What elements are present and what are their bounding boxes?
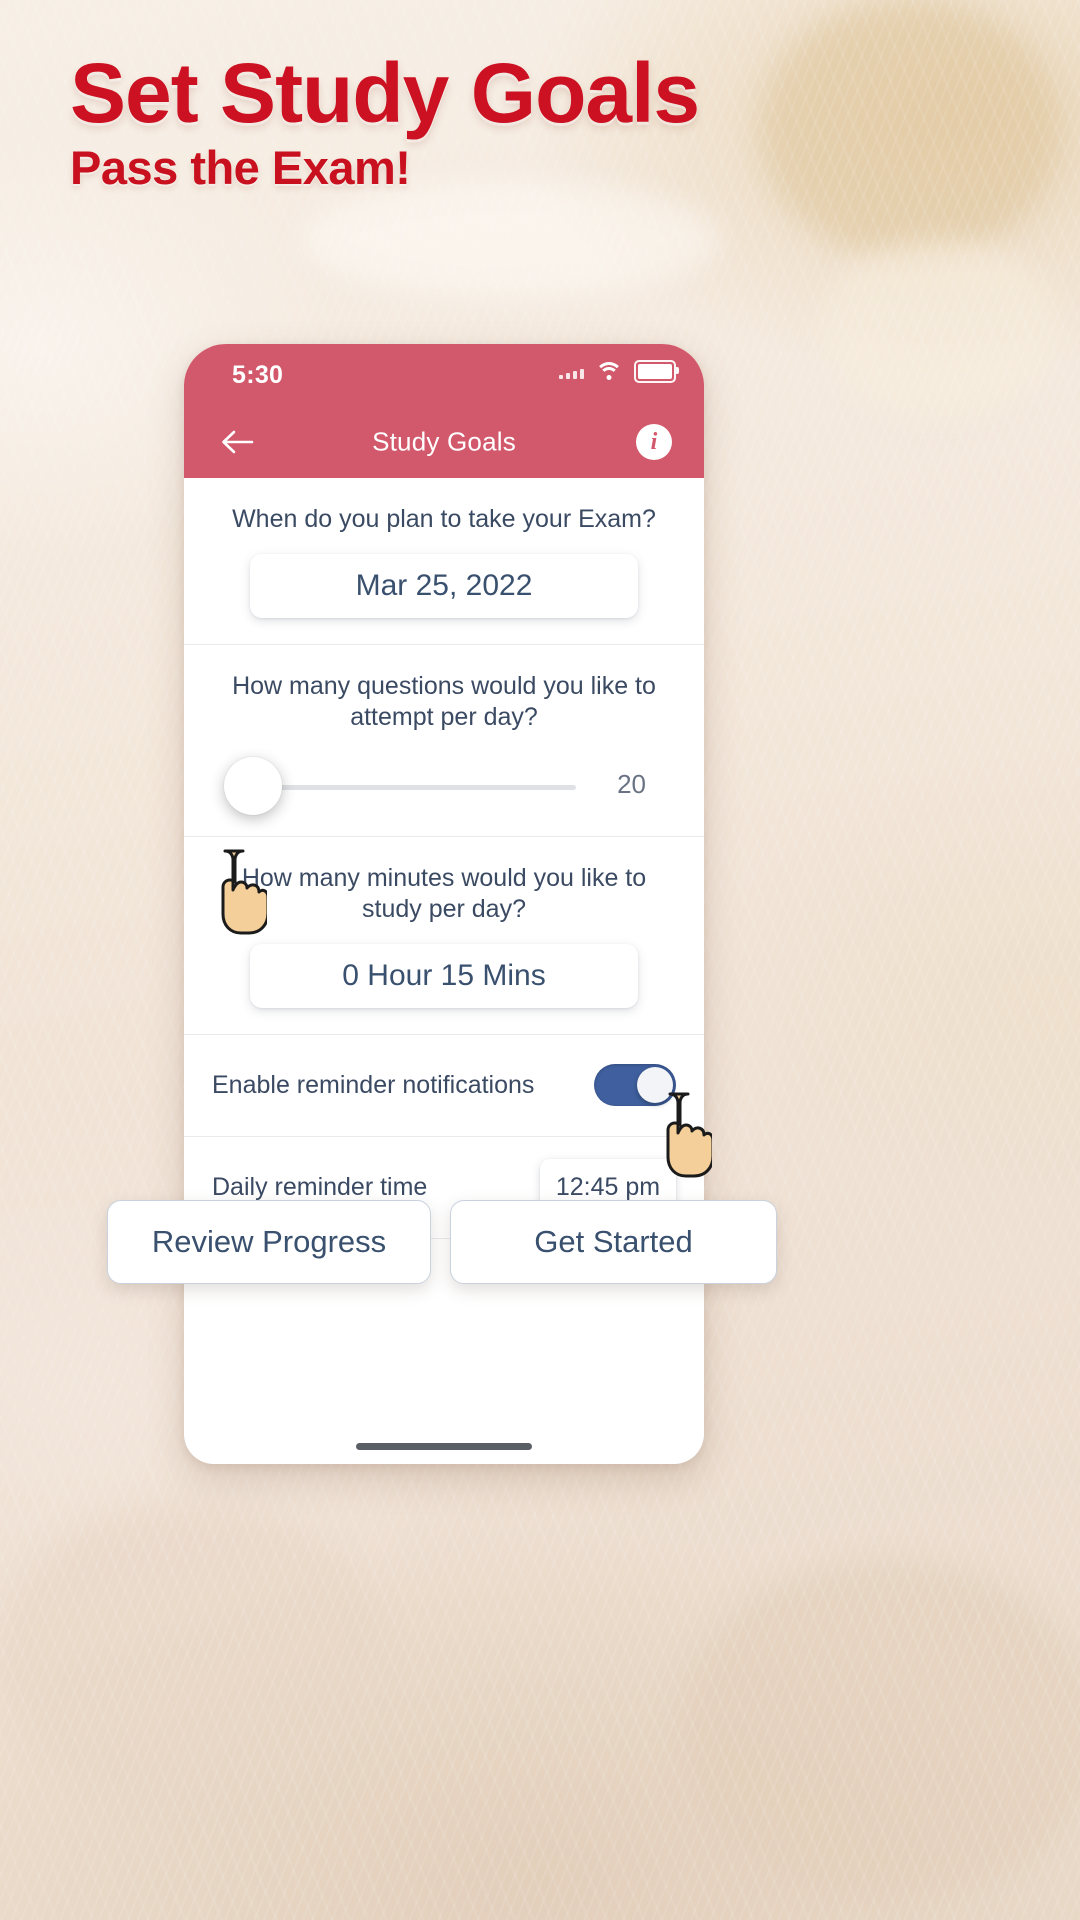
paper-streak [300,180,720,300]
exam-date-question: When do you plan to take your Exam? [232,505,656,533]
battery-full-icon [634,360,679,383]
paper-streak [680,1560,1080,1900]
pointing-hand-cursor-icon [203,845,270,937]
nav-bar: Study Goals i [184,406,704,478]
status-icons [559,360,679,383]
paper-streak [0,1500,380,1800]
reminder-toggle-label: Enable reminder notifications [212,1070,535,1099]
questions-per-day-slider[interactable]: 20 [224,756,654,815]
slider-thumb[interactable] [224,756,282,815]
get-started-button[interactable]: Get Started [450,1200,777,1284]
questions-per-day-row: How many questions would you like to att… [184,645,704,837]
wifi-icon [595,362,623,381]
minutes-per-day-field[interactable]: 0 Hour 15 Mins [250,943,638,1008]
page-title: Study Goals [372,426,516,457]
reminder-toggle-row: Enable reminder notifications [184,1035,704,1137]
pointing-hand-cursor-icon [648,1088,715,1180]
banner-title: Set Study Goals [70,46,700,140]
signal-bars-icon [559,365,584,379]
home-indicator [356,1443,532,1450]
reminder-time-label: Daily reminder time [212,1172,428,1201]
questions-per-day-question: How many questions would you like to att… [232,671,656,732]
exam-date-field[interactable]: Mar 25, 2022 [250,553,638,618]
exam-date-row: When do you plan to take your Exam? Mar … [184,478,704,645]
info-icon[interactable]: i [636,424,672,460]
status-bar: 5:30 [184,344,704,406]
slider-value: 20 [617,768,646,799]
banner-headline: Set Study Goals Pass the Exam! [70,46,950,195]
review-progress-button[interactable]: Review Progress [107,1200,431,1284]
slider-track [244,784,576,790]
minutes-per-day-question: How many minutes would you like to study… [241,863,647,924]
status-clock: 5:30 [232,361,284,389]
paper-streak [820,240,1060,420]
banner-subtitle: Pass the Exam! [70,141,411,195]
